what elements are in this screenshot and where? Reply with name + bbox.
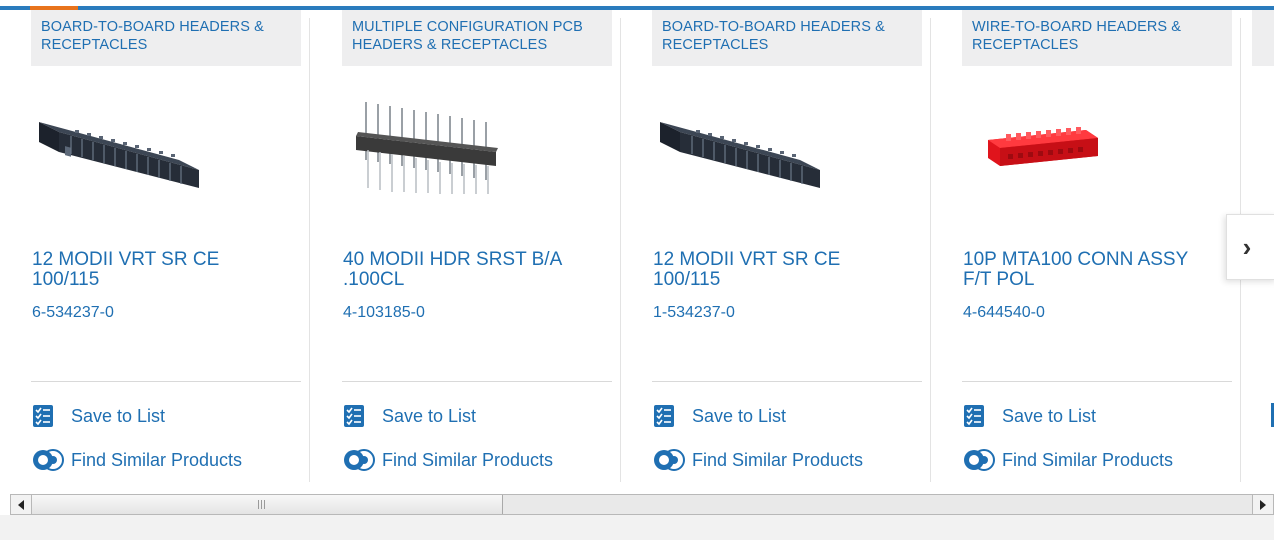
product-card: WIRE-TO-BOARD HEADERS & RECEPTACLES 10P … xyxy=(931,10,1241,486)
save-to-list-label: Save to List xyxy=(71,405,166,426)
checklist-icon xyxy=(652,404,676,428)
part-number-link[interactable]: 6-534237-0 xyxy=(32,304,114,322)
product-image[interactable] xyxy=(342,100,512,195)
save-to-list-button[interactable]: Save to List xyxy=(652,404,786,428)
divider xyxy=(962,381,1232,382)
find-similar-label: Find Similar Products xyxy=(382,449,554,470)
part-number-link[interactable]: 1-534237-0 xyxy=(653,304,735,322)
save-to-list-label: Save to List xyxy=(1002,405,1097,426)
grip-icon xyxy=(258,500,267,509)
scrollbar-thumb[interactable] xyxy=(32,495,503,514)
save-to-list-button[interactable]: Save to List xyxy=(342,404,476,428)
similar-products-icon xyxy=(342,448,376,472)
red-mta-connector-icon xyxy=(988,127,1098,166)
checklist-icon xyxy=(342,404,366,428)
black-receptacle-connector-icon xyxy=(660,122,820,188)
find-similar-label: Find Similar Products xyxy=(1002,449,1174,470)
carousel-next-button[interactable]: › xyxy=(1226,214,1274,280)
similar-products-icon xyxy=(652,448,686,472)
divider xyxy=(652,381,922,382)
save-to-list-label: Save to List xyxy=(692,405,787,426)
part-number-link[interactable]: 4-644540-0 xyxy=(963,304,1045,322)
scroll-left-button[interactable] xyxy=(11,495,32,514)
horizontal-scrollbar[interactable] xyxy=(10,494,1274,515)
carousel-top-bar xyxy=(0,0,1274,10)
product-category[interactable]: MULTIPLE CONFIGURATION PCB HEADERS & REC… xyxy=(342,10,612,66)
product-card: MULTIPLE CONFIGURATION PCB HEADERS & REC… xyxy=(311,10,621,486)
similar-products-icon xyxy=(962,448,996,472)
save-to-list-button[interactable]: Save to List xyxy=(962,404,1096,428)
divider xyxy=(342,381,612,382)
divider xyxy=(31,381,301,382)
product-card: BOARD-TO-BOARD HEADERS & RECEPTACLES 12 … xyxy=(0,10,310,486)
scroll-right-button[interactable] xyxy=(1252,495,1273,514)
product-name-link[interactable]: 12 MODII VRT SR CE 100/115 xyxy=(32,250,282,290)
find-similar-button[interactable]: Find Similar Products xyxy=(31,448,242,472)
checklist-icon xyxy=(31,404,55,428)
product-category[interactable]: BOARD-TO-BOARD HEADERS & RECEPTACLES xyxy=(31,10,301,66)
product-image[interactable] xyxy=(652,100,822,195)
black-receptacle-connector-icon xyxy=(39,122,199,188)
product-category xyxy=(1252,10,1274,66)
find-similar-label: Find Similar Products xyxy=(692,449,864,470)
product-name-link[interactable]: 40 MODII HDR SRST B/A .100CL xyxy=(343,250,593,290)
checklist-icon xyxy=(962,404,986,428)
product-name-link[interactable]: 12 MODII VRT SR CE 100/115 xyxy=(653,250,903,290)
save-to-list-button[interactable]: Save to List xyxy=(31,404,165,428)
product-image[interactable] xyxy=(962,100,1132,195)
find-similar-button[interactable]: Find Similar Products xyxy=(652,448,863,472)
find-similar-label: Find Similar Products xyxy=(71,449,243,470)
product-category[interactable]: WIRE-TO-BOARD HEADERS & RECEPTACLES xyxy=(962,10,1232,66)
save-to-list-label: Save to List xyxy=(382,405,477,426)
pin-header-connector-icon xyxy=(356,102,498,194)
find-similar-button[interactable]: Find Similar Products xyxy=(342,448,553,472)
arrow-right-icon xyxy=(1260,499,1266,510)
chevron-right-icon: › xyxy=(1242,231,1252,262)
part-number-link[interactable]: 4-103185-0 xyxy=(343,304,425,322)
product-carousel: BOARD-TO-BOARD HEADERS & RECEPTACLES 12 … xyxy=(0,10,1274,486)
product-category[interactable]: BOARD-TO-BOARD HEADERS & RECEPTACLES xyxy=(652,10,922,66)
page-bottom xyxy=(0,515,1274,540)
arrow-left-icon xyxy=(18,499,24,510)
similar-products-icon xyxy=(31,448,65,472)
product-name-link[interactable]: 10P MTA100 CONN ASSY F/T POL xyxy=(963,250,1213,290)
product-card: BOARD-TO-BOARD HEADERS & RECEPTACLES 12 … xyxy=(621,10,931,486)
product-image[interactable] xyxy=(31,100,201,195)
find-similar-button[interactable]: Find Similar Products xyxy=(962,448,1173,472)
